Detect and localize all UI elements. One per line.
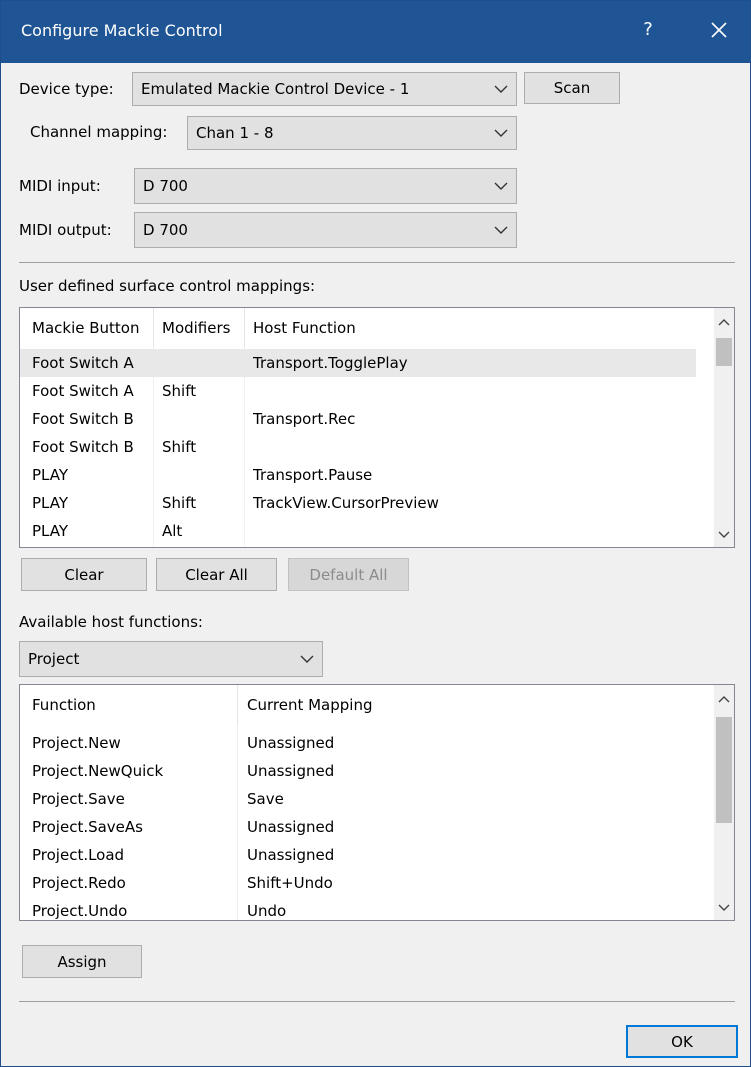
ok-button[interactable]: OK (626, 1025, 738, 1058)
modifiers-cell: Shift (162, 494, 197, 512)
separator (19, 1001, 735, 1002)
functions-section-label: Available host functions: (19, 613, 203, 631)
mackie-button-cell: PLAY (32, 466, 69, 484)
function-cell: Project.New (32, 734, 121, 752)
mackie-button-cell: Foot Switch B (32, 410, 134, 428)
window-title: Configure Mackie Control (21, 21, 223, 40)
current-mapping-cell: Unassigned (247, 734, 335, 752)
device-type-select[interactable]: Emulated Mackie Control Device - 1 (132, 72, 517, 106)
modifiers-cell: Shift (162, 438, 197, 456)
midi-output-select[interactable]: D 700 (134, 212, 517, 248)
midi-input-select[interactable]: D 700 (134, 168, 517, 204)
device-type-label: Device type: (19, 80, 114, 98)
current-mapping-cell: Undo (247, 902, 287, 920)
help-button[interactable]: ? (633, 15, 663, 45)
table-row[interactable]: Foot Switch A Shift (20, 377, 696, 405)
title-bar: Configure Mackie Control ? (1, 1, 750, 63)
chevron-down-icon[interactable] (718, 531, 730, 539)
mappings-section-label: User defined surface control mappings: (19, 277, 316, 295)
column-divider (244, 308, 245, 348)
mackie-button-cell: Foot Switch B (32, 438, 134, 456)
chevron-down-icon (494, 226, 508, 234)
mackie-button-cell: Foot Switch A (32, 382, 134, 400)
column-divider (153, 308, 154, 348)
assign-button[interactable]: Assign (22, 945, 142, 978)
vertical-scrollbar[interactable] (714, 308, 734, 547)
function-cell: Project.Load (32, 846, 125, 864)
scrollbar-thumb[interactable] (716, 338, 732, 366)
current-mapping-cell: Unassigned (247, 818, 335, 836)
current-mapping-cell: Unassigned (247, 762, 335, 780)
table-row[interactable]: Foot Switch B Transport.Rec (20, 405, 696, 433)
host-function-cell: Transport.TogglePlay (253, 354, 408, 372)
function-category-select[interactable]: Project (19, 641, 323, 677)
channel-mapping-value: Chan 1 - 8 (196, 124, 274, 142)
column-divider (237, 685, 238, 725)
scrollbar-thumb[interactable] (716, 717, 732, 823)
chevron-down-icon[interactable] (718, 904, 730, 912)
host-function-cell: Transport.Rec (253, 410, 356, 428)
function-cell: Project.NewQuick (32, 762, 164, 780)
function-cell: Project.Redo (32, 874, 126, 892)
function-cell: Project.SaveAs (32, 818, 143, 836)
channel-mapping-label: Channel mapping: (30, 123, 168, 141)
mackie-button-cell: PLAY (32, 522, 69, 540)
chevron-up-icon[interactable] (718, 318, 730, 326)
clear-button[interactable]: Clear (21, 558, 147, 591)
chevron-down-icon (494, 129, 508, 137)
table-row[interactable]: PLAY Shift TrackView.CursorPreview (20, 489, 696, 517)
configure-mackie-control-dialog: Configure Mackie Control ? Device type: … (0, 0, 751, 1067)
table-row[interactable]: PLAY Transport.Pause (20, 461, 696, 489)
close-button[interactable] (701, 15, 737, 45)
column-header-function[interactable]: Function (32, 685, 96, 725)
column-header-host-function[interactable]: Host Function (253, 308, 356, 348)
host-function-cell: Transport.Pause (253, 466, 373, 484)
vertical-scrollbar[interactable] (714, 685, 734, 920)
function-cell: Project.Save (32, 790, 125, 808)
table-row[interactable]: Project.Undo Undo (20, 897, 716, 920)
current-mapping-cell: Shift+Undo (247, 874, 333, 892)
close-icon (711, 22, 727, 38)
default-all-button[interactable]: Default All (288, 558, 409, 591)
modifiers-cell: Alt (162, 522, 183, 540)
mackie-button-cell: Foot Switch A (32, 354, 134, 372)
table-row[interactable]: Project.Save Save (20, 785, 716, 813)
chevron-down-icon (494, 85, 508, 93)
table-row[interactable]: Project.Redo Shift+Undo (20, 869, 716, 897)
midi-input-label: MIDI input: (19, 177, 101, 195)
table-row[interactable]: Project.Load Unassigned (20, 841, 716, 869)
column-header-mackie-button[interactable]: Mackie Button (32, 308, 139, 348)
function-category-value: Project (28, 650, 80, 668)
functions-list[interactable]: Function Current Mapping Project.New Una… (19, 684, 735, 921)
mackie-button-cell: PLAY (32, 494, 69, 512)
table-row[interactable]: Foot Switch B Shift (20, 433, 696, 461)
midi-input-value: D 700 (143, 177, 188, 195)
clear-all-button[interactable]: Clear All (156, 558, 277, 591)
table-row[interactable]: Foot Switch A Transport.TogglePlay (20, 349, 696, 377)
device-type-value: Emulated Mackie Control Device - 1 (141, 80, 410, 98)
current-mapping-cell: Unassigned (247, 846, 335, 864)
host-function-cell: TrackView.CursorPreview (253, 494, 439, 512)
midi-output-value: D 700 (143, 221, 188, 239)
modifiers-cell: Shift (162, 382, 197, 400)
chevron-down-icon (494, 182, 508, 190)
midi-output-label: MIDI output: (19, 221, 112, 239)
channel-mapping-select[interactable]: Chan 1 - 8 (187, 116, 517, 150)
separator (19, 262, 735, 263)
table-row[interactable]: Project.SaveAs Unassigned (20, 813, 716, 841)
table-row[interactable]: Project.NewQuick Unassigned (20, 757, 716, 785)
table-row[interactable]: Project.New Unassigned (20, 729, 716, 757)
column-header-modifiers[interactable]: Modifiers (162, 308, 230, 348)
scan-button[interactable]: Scan (524, 72, 620, 104)
chevron-down-icon (300, 655, 314, 663)
mappings-list[interactable]: Mackie Button Modifiers Host Function Fo… (19, 307, 735, 548)
column-header-current-mapping[interactable]: Current Mapping (247, 685, 372, 725)
function-cell: Project.Undo (32, 902, 128, 920)
table-row[interactable]: PLAY Alt (20, 517, 696, 545)
chevron-up-icon[interactable] (718, 695, 730, 703)
current-mapping-cell: Save (247, 790, 284, 808)
